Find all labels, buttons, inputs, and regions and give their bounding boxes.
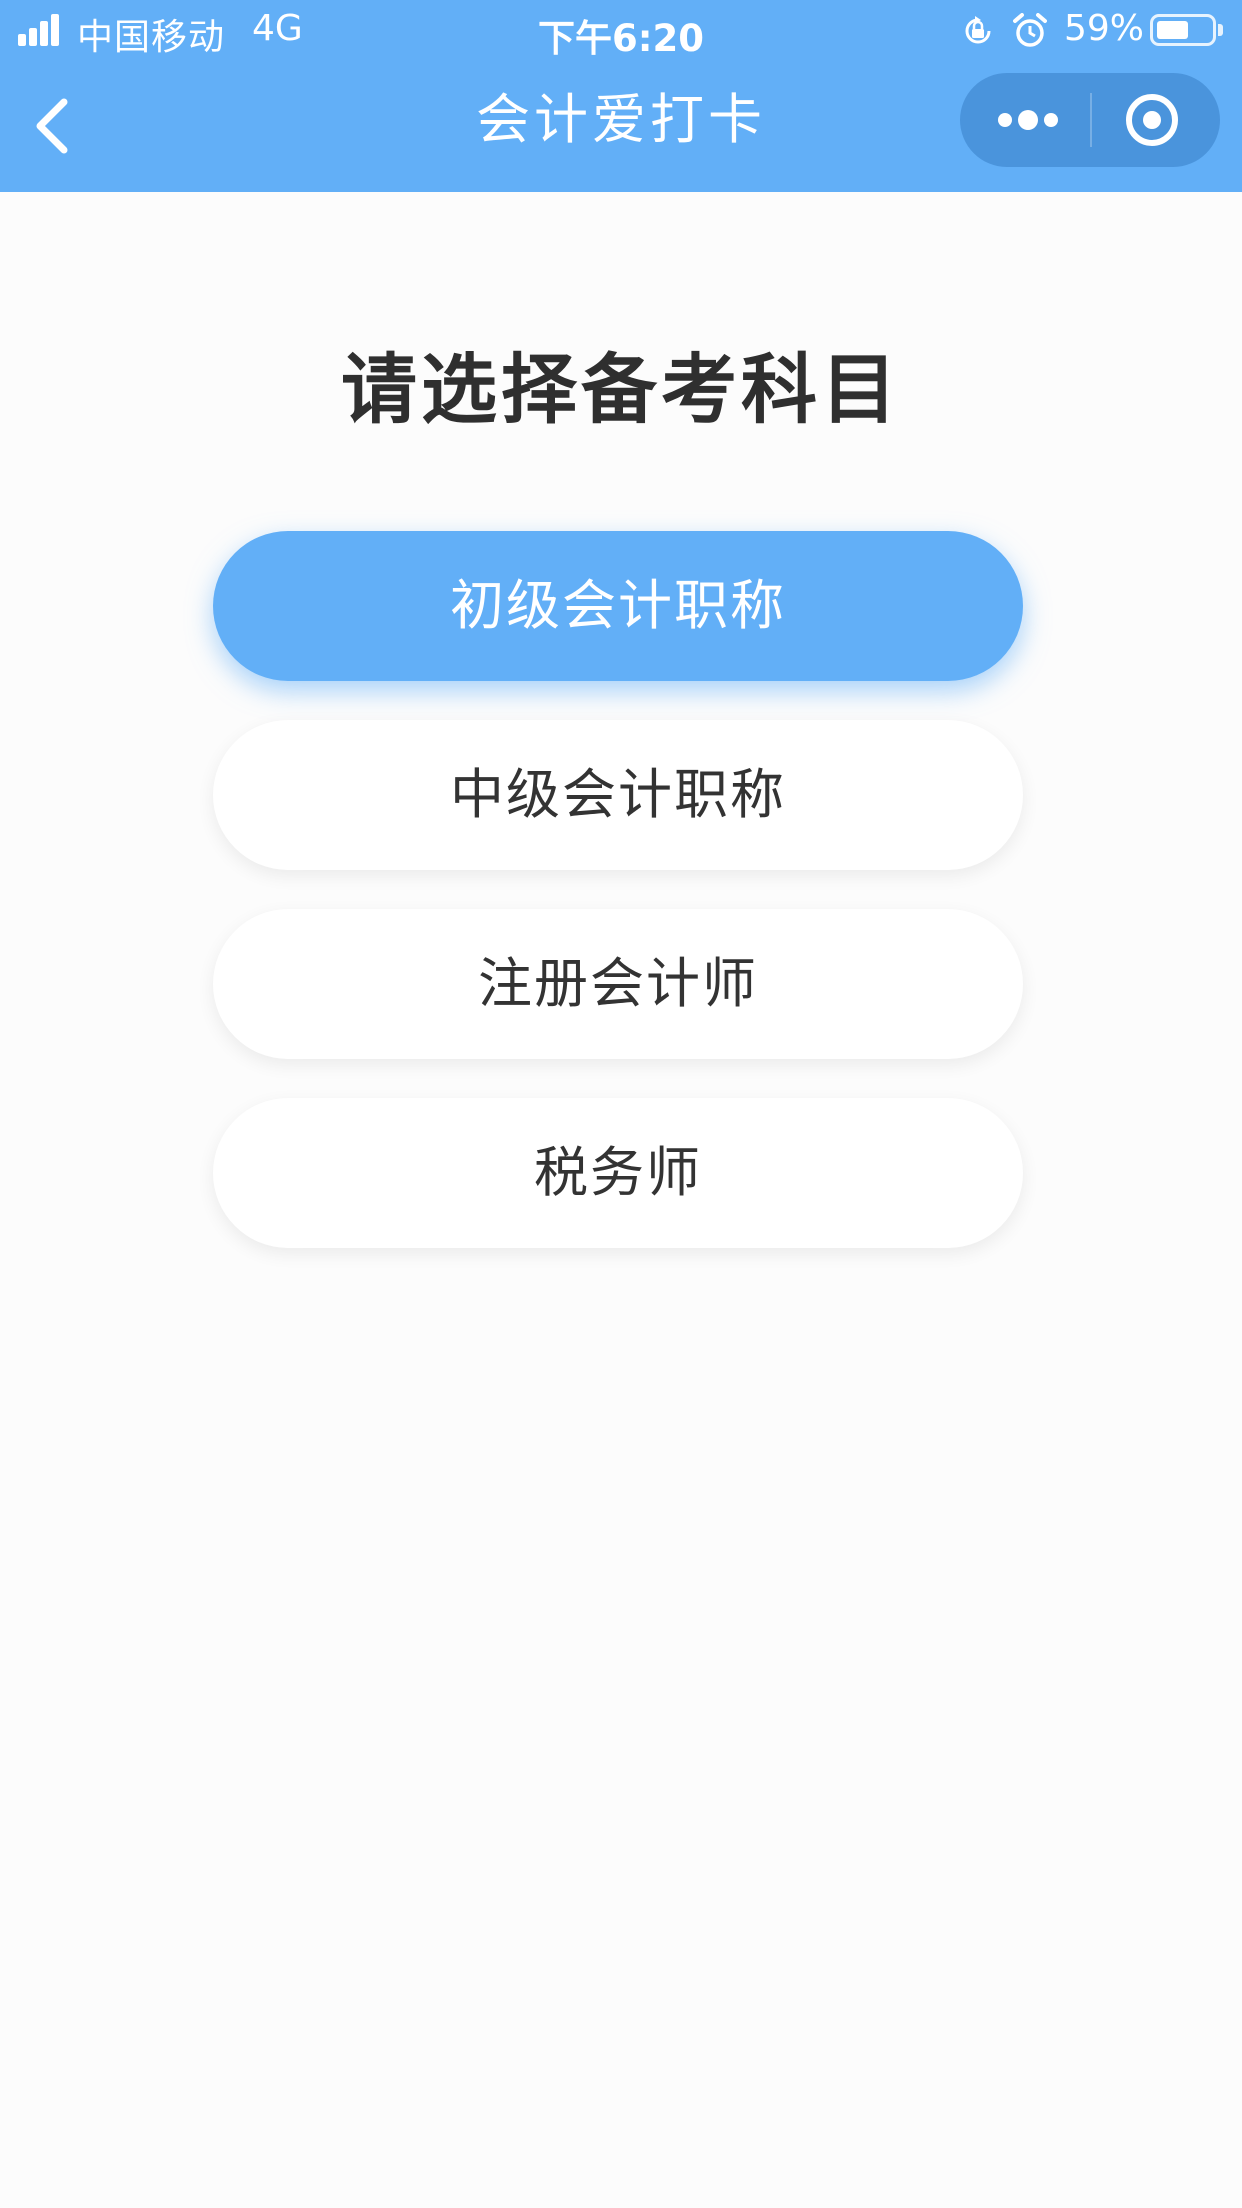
option-button-cpa[interactable]: 注册会计师 <box>213 909 1023 1059</box>
target-close-icon <box>1126 94 1178 146</box>
rotation-lock-icon <box>965 16 991 44</box>
battery-level-fill <box>1157 21 1188 39</box>
battery-percent: 59% <box>1064 8 1145 49</box>
battery-icon <box>1150 14 1216 46</box>
status-bar: 中国移动 4G 下午6:20 59% <box>0 0 1242 62</box>
more-dots-icon <box>998 110 1058 130</box>
section-heading: 请选择备考科目 <box>341 345 901 434</box>
status-time: 下午6:20 <box>537 17 705 60</box>
alarm-clock-icon <box>1013 13 1047 47</box>
option-button-junior-accountant[interactable]: 初级会计职称 <box>213 531 1023 681</box>
battery-cap <box>1218 24 1223 36</box>
close-button[interactable] <box>1092 73 1220 167</box>
more-button[interactable] <box>960 73 1090 167</box>
option-button-tax-agent[interactable]: 税务师 <box>213 1098 1023 1248</box>
miniprogram-capsule <box>960 73 1220 167</box>
option-button-intermediate-accountant[interactable]: 中级会计职称 <box>213 720 1023 870</box>
top-bar: 中国移动 4G 下午6:20 59% 会计爱打卡 <box>0 0 1242 192</box>
